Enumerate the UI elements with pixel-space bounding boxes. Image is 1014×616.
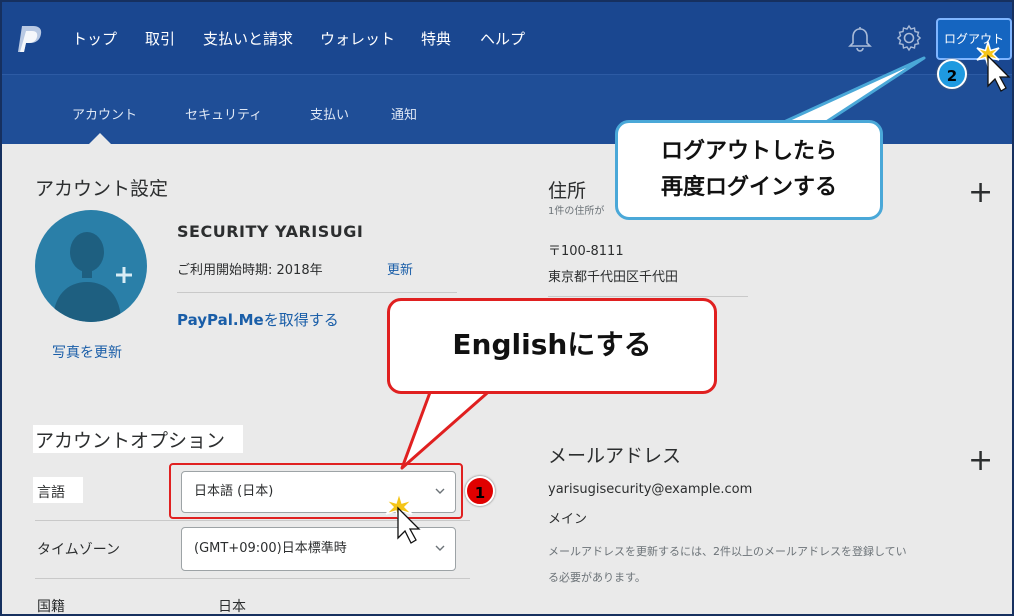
callout-logout-line-1: ログアウトしたら: [660, 139, 837, 164]
tab-notifications[interactable]: 通知: [391, 104, 417, 123]
divider: [548, 296, 748, 297]
divider: [35, 578, 470, 579]
language-select-value: 日本語 (日本): [194, 484, 274, 499]
nav-payments-billing[interactable]: 支払いと請求: [203, 28, 293, 49]
country-value: 日本: [218, 599, 246, 615]
step-1-badge: 1: [465, 476, 495, 506]
add-email-plus-icon[interactable]: +: [968, 446, 993, 476]
language-label: 言語: [37, 485, 65, 501]
app-window: トップ 取引 支払いと請求 ウォレット 特典 ヘルプ ログアウト アカウント セ…: [0, 0, 1014, 616]
nav-transactions[interactable]: 取引: [145, 28, 175, 49]
get-paypalme-link[interactable]: PayPal.Meを取得する: [177, 309, 339, 330]
address-title: 住所: [548, 180, 587, 202]
address-postal-code: 〒100-8111: [548, 244, 624, 259]
email-note-line-2: る必要があります。: [548, 571, 646, 584]
add-address-plus-icon[interactable]: +: [968, 178, 993, 208]
email-title: メールアドレス: [548, 445, 682, 467]
logout-instruction-callout: ログアウトしたら 再度ログインする: [615, 120, 883, 220]
logout-button[interactable]: ログアウト: [936, 18, 1012, 60]
email-primary-tag: メイン: [548, 512, 588, 527]
profile-avatar[interactable]: [35, 210, 147, 322]
language-instruction-callout: Englishにする: [387, 298, 717, 394]
gear-icon[interactable]: [895, 24, 923, 52]
update-photo-link[interactable]: 写真を更新: [52, 342, 122, 362]
divider: [35, 520, 470, 521]
paypalme-brand: PayPal.Me: [177, 311, 264, 329]
step-2-badge: 2: [937, 59, 967, 89]
account-holder-name: SECURITY YARISUGI: [177, 222, 364, 241]
nav-rewards[interactable]: 特典: [421, 28, 451, 49]
chevron-down-icon: [435, 545, 445, 551]
top-navigation-bar: トップ 取引 支払いと請求 ウォレット 特典 ヘルプ ログアウト: [2, 2, 1012, 74]
timezone-select-value: (GMT+09:00)日本標準時: [194, 541, 347, 556]
nav-help[interactable]: ヘルプ: [480, 28, 525, 49]
tab-security[interactable]: セキュリティ: [185, 104, 262, 123]
email-note-line-1: メールアドレスを更新するには、2件以上のメールアドレスを登録してい: [548, 545, 907, 558]
nav-top[interactable]: トップ: [72, 28, 117, 49]
bell-icon[interactable]: [848, 26, 872, 52]
chevron-down-icon: [435, 488, 445, 494]
tab-account[interactable]: アカウント: [72, 104, 137, 123]
account-options-title: アカウントオプション: [35, 430, 226, 452]
divider: [177, 292, 457, 293]
timezone-select[interactable]: (GMT+09:00)日本標準時: [181, 527, 456, 571]
language-select[interactable]: 日本語 (日本): [181, 471, 456, 513]
paypalme-suffix: を取得する: [263, 311, 339, 329]
callout-logout-line-2: 再度ログインする: [660, 175, 837, 200]
paypal-logo-icon[interactable]: [16, 24, 44, 54]
address-count-text: 1件の住所が: [548, 206, 605, 217]
country-label: 国籍: [37, 599, 65, 615]
tab-payments[interactable]: 支払い: [310, 104, 349, 123]
email-address: yarisugisecurity@example.com: [548, 482, 753, 497]
nav-wallet[interactable]: ウォレット: [320, 28, 395, 49]
member-since-text: ご利用開始時期: 2018年: [177, 263, 323, 278]
address-street: 東京都千代田区千代田: [548, 270, 679, 285]
person-silhouette-icon: [53, 232, 132, 322]
account-settings-title: アカウント設定: [35, 178, 169, 200]
timezone-label: タイムゾーン: [37, 542, 121, 558]
update-member-link[interactable]: 更新: [387, 259, 413, 278]
